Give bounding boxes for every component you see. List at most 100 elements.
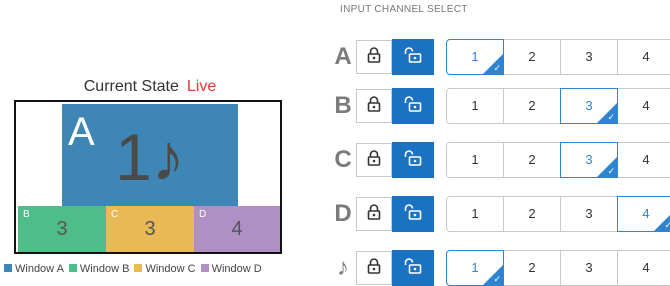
row-label: C [334, 146, 352, 173]
legend-item-window-c: Window C [134, 263, 196, 275]
window-b: B 3 [18, 206, 106, 252]
lock-button[interactable] [356, 89, 392, 123]
lock-button[interactable] [356, 143, 392, 177]
lock-button[interactable] [356, 197, 392, 231]
unlock-icon [404, 257, 422, 279]
window-a: A 1♪ [62, 104, 238, 206]
channel-label: 3 [585, 98, 593, 113]
channel-button-3[interactable]: 3✓ [560, 142, 618, 178]
channel-button-2[interactable]: 2✓ [503, 142, 561, 178]
lock-icon [367, 257, 381, 279]
channel-button-1[interactable]: 1✓ [446, 39, 504, 75]
current-state-title: Current State Live [0, 78, 300, 96]
check-icon: ✓ [493, 274, 501, 284]
channel-button-3[interactable]: 3✓ [560, 250, 618, 286]
channel-label: 4 [642, 206, 650, 221]
channel-label: 1 [471, 49, 479, 64]
channel-button-1[interactable]: 1✓ [446, 142, 504, 178]
window-d-channel: 4 [231, 218, 243, 240]
row-label: D [334, 200, 352, 227]
check-icon: ✓ [493, 63, 501, 73]
channel-label: 1 [471, 152, 479, 167]
channel-label: 4 [642, 152, 650, 167]
lock-button[interactable] [356, 251, 392, 285]
lock-icon [367, 203, 381, 225]
legend-swatch [134, 264, 143, 272]
row-label: ♪ [337, 254, 349, 281]
lock-button[interactable] [356, 40, 392, 74]
channel-button-2[interactable]: 2✓ [503, 250, 561, 286]
channel-button-4[interactable]: 4✓ [617, 39, 670, 75]
legend-item-window-a: Window A [4, 263, 64, 275]
lock-icon [367, 46, 381, 68]
channel-label: 2 [528, 152, 536, 167]
channel-button-group: 1✓2✓3✓4✓ [446, 88, 670, 124]
unlock-button[interactable] [392, 142, 434, 178]
channel-button-group: 1✓2✓3✓4✓ [446, 142, 670, 178]
window-d: D 4 [194, 206, 280, 252]
channel-label: 4 [642, 49, 650, 64]
channel-button-2[interactable]: 2✓ [503, 196, 561, 232]
channel-button-1[interactable]: 1✓ [446, 88, 504, 124]
channel-label: 3 [585, 49, 593, 64]
channel-label: 1 [471, 98, 479, 113]
check-icon: ✓ [664, 220, 670, 230]
channel-button-1[interactable]: 1✓ [446, 250, 504, 286]
legend-swatch [68, 264, 77, 272]
unlock-icon [404, 203, 422, 225]
window-c: C 3 [106, 206, 194, 252]
unlock-icon [404, 46, 422, 68]
unlock-button[interactable] [392, 250, 434, 286]
input-channel-select-title: INPUT CHANNEL SELECT [340, 4, 468, 15]
legend-label: Window B [79, 263, 130, 275]
unlock-button[interactable] [392, 88, 434, 124]
live-status: Live [186, 78, 217, 95]
window-c-channel: 3 [144, 218, 156, 240]
channel-label: 3 [585, 260, 593, 275]
channel-label: 2 [528, 206, 536, 221]
lock-icon [367, 95, 381, 117]
unlock-icon [404, 149, 422, 171]
channel-button-4[interactable]: 4✓ [617, 196, 670, 232]
channel-label: 2 [528, 260, 536, 275]
channel-button-3[interactable]: 3✓ [560, 39, 618, 75]
unlock-button[interactable] [392, 196, 434, 232]
channel-button-1[interactable]: 1✓ [446, 196, 504, 232]
channel-label: 2 [528, 49, 536, 64]
legend-item-window-b: Window B [68, 263, 130, 275]
channel-button-3[interactable]: 3✓ [560, 196, 618, 232]
channel-label: 1 [471, 260, 479, 275]
legend-label: Window C [145, 263, 196, 275]
channel-label: 1 [471, 206, 479, 221]
unlock-icon [404, 95, 422, 117]
channel-button-4[interactable]: 4✓ [617, 88, 670, 124]
legend-label: Window A [15, 263, 64, 275]
window-a-channel: 1♪ [115, 120, 185, 194]
channel-button-group: 1✓2✓3✓4✓ [446, 196, 670, 232]
check-icon: ✓ [607, 166, 615, 176]
window-legend: Window A Window B Window C Window D [4, 263, 267, 275]
channel-label: 4 [642, 98, 650, 113]
current-state-label: Current State [83, 78, 179, 95]
legend-item-window-d: Window D [200, 263, 262, 275]
channel-button-4[interactable]: 4✓ [617, 142, 670, 178]
window-b-channel: 3 [56, 218, 68, 240]
channel-button-3[interactable]: 3✓ [560, 88, 618, 124]
preview-screen: A 1♪ B 3 C 3 D 4 [14, 100, 282, 254]
channel-label: 2 [528, 98, 536, 113]
unlock-button[interactable] [392, 39, 434, 75]
lock-icon [367, 149, 381, 171]
channel-button-2[interactable]: 2✓ [503, 39, 561, 75]
check-icon: ✓ [607, 112, 615, 122]
channel-label: 4 [642, 260, 650, 275]
channel-button-4[interactable]: 4✓ [617, 250, 670, 286]
channel-button-group: 1✓2✓3✓4✓ [446, 250, 670, 286]
row-label: B [334, 92, 352, 119]
legend-swatch [4, 264, 12, 272]
legend-label: Window D [211, 263, 262, 275]
row-label: A [334, 43, 352, 70]
channel-label: 3 [585, 152, 593, 167]
channel-button-group: 1✓2✓3✓4✓ [446, 39, 670, 75]
channel-label: 3 [585, 206, 593, 221]
channel-button-2[interactable]: 2✓ [503, 88, 561, 124]
